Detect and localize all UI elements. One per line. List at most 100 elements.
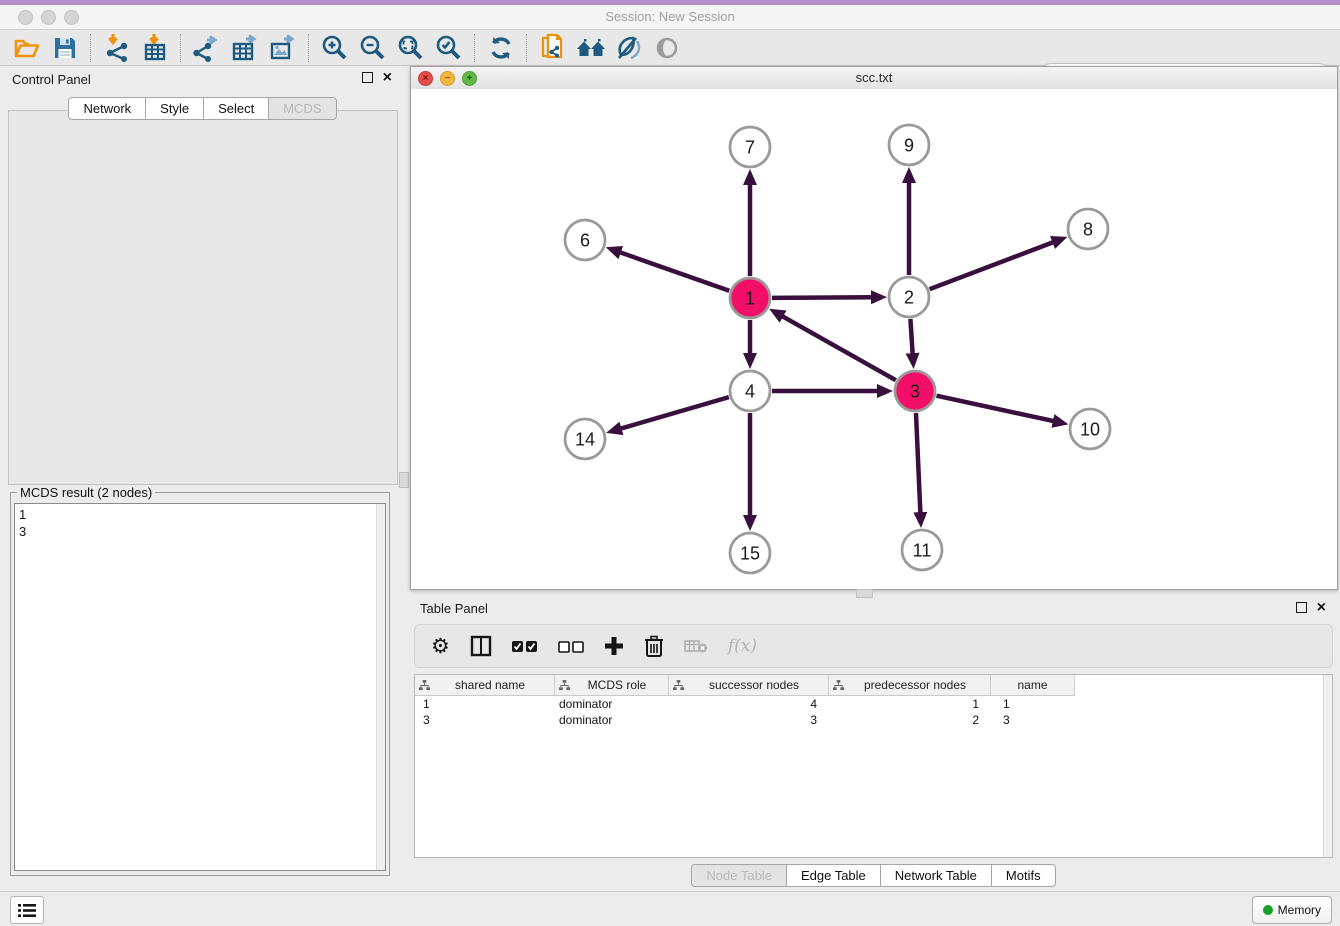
table-cell[interactable]: 1 (415, 697, 555, 711)
tab-select[interactable]: Select (203, 97, 269, 120)
table-cell[interactable]: 1 (991, 697, 1075, 711)
table-cell[interactable]: 4 (669, 697, 829, 711)
zoom-in-button[interactable] (316, 32, 354, 64)
import-network-button[interactable] (98, 32, 136, 64)
memory-button[interactable]: Memory (1252, 896, 1332, 924)
tab-motifs[interactable]: Motifs (991, 864, 1056, 887)
refresh-button[interactable] (482, 32, 520, 64)
delete-table-icon[interactable] (684, 638, 708, 654)
panel-splitter-handle[interactable] (399, 472, 409, 488)
zoom-selected-icon (435, 34, 463, 62)
show-graphics-details-button[interactable] (648, 32, 686, 64)
graph-edge-1-6[interactable] (619, 252, 729, 291)
zoom-out-button[interactable] (354, 32, 392, 64)
network-canvas[interactable]: 7968124314101511 (411, 89, 1337, 589)
table-cell[interactable]: 3 (669, 713, 829, 727)
clone-network-button[interactable] (534, 32, 572, 64)
table-panel: Table Panel × ⚙ (410, 598, 1338, 890)
zoom-selected-button[interactable] (430, 32, 468, 64)
table-cell[interactable]: 2 (829, 713, 991, 727)
home-icon (575, 36, 607, 60)
graph-node-label: 10 (1080, 419, 1100, 439)
mcds-result-textarea[interactable]: 1 3 (14, 503, 386, 871)
tab-network-table[interactable]: Network Table (880, 864, 992, 887)
zoom-fit-button[interactable] (392, 32, 430, 64)
horizontal-splitter-handle[interactable] (856, 589, 873, 598)
mcds-result-group: MCDS result (2 nodes) 1 3 (10, 492, 390, 876)
graph-edge-3-1[interactable] (781, 316, 895, 381)
graph-edge-2-3[interactable] (910, 319, 912, 355)
import-table-button[interactable] (136, 32, 174, 64)
table-row[interactable]: 3dominator323 (415, 712, 1075, 728)
toolbar-separator (180, 34, 182, 62)
attribute-tree-icon (559, 680, 570, 691)
float-panel-icon[interactable] (362, 72, 373, 83)
table-cell[interactable]: 3 (415, 713, 555, 727)
toolbar-separator (90, 34, 92, 62)
table-settings-icon[interactable]: ⚙ (431, 636, 450, 657)
window-title: Session: New Session (0, 9, 1340, 24)
main-toolbar (0, 30, 1340, 66)
node-table[interactable]: shared name MCDS role (414, 674, 1333, 858)
deselect-all-icon[interactable] (558, 640, 584, 653)
column-header-mcds-role[interactable]: MCDS role (555, 675, 669, 695)
attribute-tree-icon (419, 680, 430, 691)
memory-label: Memory (1278, 903, 1321, 917)
graph-node-label: 4 (745, 381, 755, 401)
column-header-name[interactable]: name (991, 675, 1075, 695)
graph-edge-4-14[interactable] (620, 397, 729, 429)
task-history-button[interactable] (10, 896, 44, 924)
network-view-window: × − + scc.txt 7968124314101511 (410, 66, 1338, 590)
graph-edge-3-10[interactable] (936, 396, 1054, 422)
node-table-body: 1dominator4113dominator323 (415, 696, 1332, 728)
select-all-icon[interactable] (512, 640, 538, 653)
export-image-button[interactable] (264, 32, 302, 64)
split-columns-icon[interactable] (470, 635, 492, 657)
toolbar-separator (474, 34, 476, 62)
graph-node-label: 8 (1083, 219, 1093, 239)
close-table-panel-icon[interactable]: × (1317, 602, 1326, 613)
export-network-icon (193, 34, 221, 62)
toolbar-separator (308, 34, 310, 62)
add-column-icon[interactable] (604, 636, 624, 656)
control-panel-tabs: Network Style Select MCDS (0, 97, 406, 120)
save-session-button[interactable] (46, 32, 84, 64)
graph-edge-1-2[interactable] (772, 297, 873, 298)
graph-node-label: 15 (740, 543, 760, 563)
import-table-icon (142, 34, 168, 62)
delete-column-icon[interactable] (644, 635, 664, 657)
table-cell[interactable]: 3 (991, 713, 1075, 727)
column-header-successor-nodes[interactable]: successor nodes (669, 675, 829, 695)
network-window-titlebar[interactable]: × − + scc.txt (411, 67, 1337, 90)
home-button[interactable] (572, 32, 610, 64)
function-builder-icon[interactable]: f(x) (728, 636, 757, 656)
column-header-predecessor-nodes[interactable]: predecessor nodes (829, 675, 991, 695)
table-scrollbar[interactable] (1323, 675, 1332, 857)
export-table-button[interactable] (226, 32, 264, 64)
table-tabs: Node Table Edge Table Network Table Moti… (410, 864, 1338, 887)
table-row[interactable]: 1dominator411 (415, 696, 1075, 712)
close-panel-icon[interactable]: × (383, 72, 392, 83)
tab-edge-table[interactable]: Edge Table (786, 864, 881, 887)
network-graph[interactable]: 7968124314101511 (411, 89, 1337, 589)
tab-node-table[interactable]: Node Table (691, 864, 787, 887)
table-cell[interactable]: dominator (555, 697, 669, 711)
open-session-button[interactable] (8, 32, 46, 64)
zoom-in-icon (321, 34, 349, 62)
tab-style[interactable]: Style (145, 97, 204, 120)
graph-edge-3-11[interactable] (916, 413, 920, 514)
apply-style-button[interactable] (610, 32, 648, 64)
graph-edge-2-8[interactable] (930, 242, 1055, 289)
column-header-shared-name[interactable]: shared name (415, 675, 555, 695)
float-table-panel-icon[interactable] (1296, 602, 1307, 613)
tab-network[interactable]: Network (68, 97, 146, 120)
status-bar: Memory (0, 891, 1340, 926)
result-scrollbar[interactable] (376, 504, 385, 870)
export-network-button[interactable] (188, 32, 226, 64)
application-window: Session: New Session (0, 0, 1340, 926)
table-cell[interactable]: dominator (555, 713, 669, 727)
table-toolbar: ⚙ (414, 624, 1333, 668)
graph-node-label: 6 (580, 230, 590, 250)
table-cell[interactable]: 1 (829, 697, 991, 711)
tab-mcds[interactable]: MCDS (268, 97, 336, 120)
